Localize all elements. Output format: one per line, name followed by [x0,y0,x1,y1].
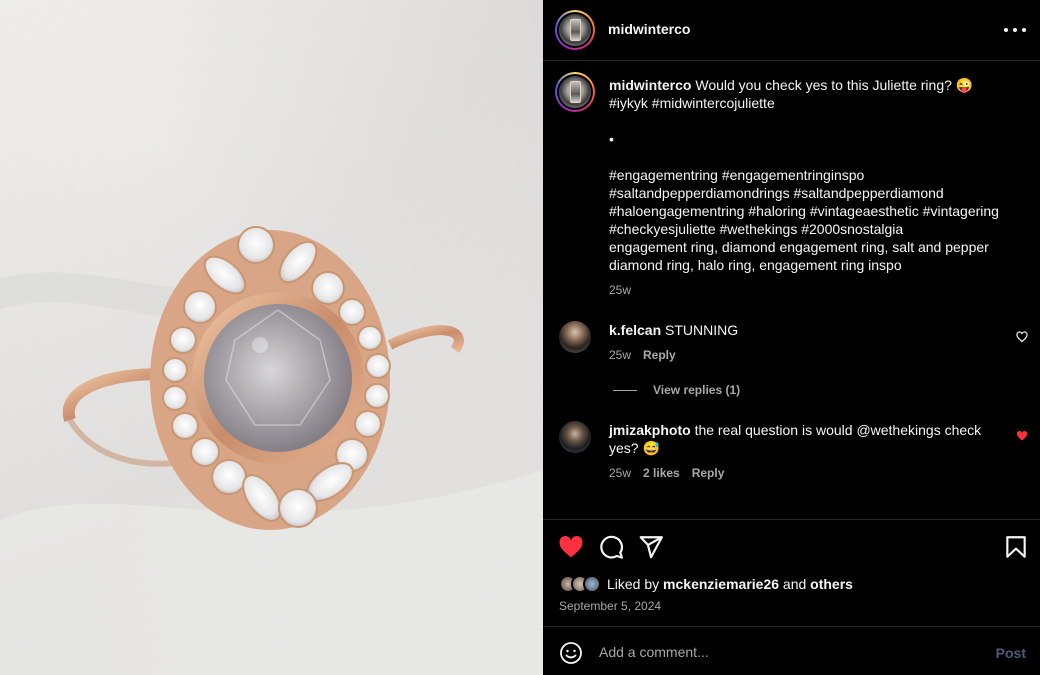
comment-text: jmizakphoto the real question is would @… [609,421,999,457]
liked-by-user[interactable]: mckenziemarie26 [663,576,779,592]
caption-hashtag-line[interactable]: #engagementring #engagementringinspo [609,167,864,183]
comment-username[interactable]: k.felcan [609,322,661,338]
liked-by-others[interactable]: others [810,576,853,592]
caption-text: midwinterco Would you check yes to this … [609,76,1014,299]
reply-button[interactable]: Reply [643,348,676,362]
comment-body: the real question is would @wethekings c… [694,422,982,438]
comment-body: STUNNING [665,322,739,338]
more-options-icon[interactable] [1004,20,1026,40]
post-sidebar: midwinterco midwinterco Would you check … [543,0,1040,675]
share-icon[interactable] [638,534,664,560]
caption-line2[interactable]: #iykyk #midwintercojuliette [609,95,775,111]
author-avatar[interactable] [555,10,595,50]
comment-liked-icon[interactable] [1016,430,1028,442]
comment-input[interactable] [599,641,979,663]
caption-line1: Would you check yes to this Juliette rin… [695,77,974,93]
liked-by-prefix: Liked by [607,576,660,592]
comment-meta: 25w Reply [609,348,676,362]
caption-time[interactable]: 25w [609,283,631,297]
author-username[interactable]: midwinterco [608,21,690,37]
comment-time[interactable]: 25w [609,348,631,362]
liked-by: Liked by mckenziemarie26 and others [559,575,853,593]
post-button[interactable]: Post [996,645,1026,661]
liker-avatars[interactable] [559,575,601,593]
post-actions: Liked by mckenziemarie26 and others Sept… [543,519,1040,626]
comment-meta: 25w 2 likes Reply [609,466,724,480]
like-heart-icon[interactable] [558,534,584,560]
caption-avatar[interactable] [555,72,595,112]
view-replies-button[interactable]: View replies (1) [613,383,740,397]
save-bookmark-icon[interactable] [1003,534,1029,560]
emoji-icon[interactable] [559,641,583,665]
liked-by-and: and [782,576,807,592]
caption-bullet: • [609,131,614,147]
commenter-avatar[interactable] [559,321,591,353]
comment-text: k.felcan STUNNING [609,321,738,339]
caption-keyword-line: diamond ring, halo ring, engagement ring… [609,257,902,273]
comment-time[interactable]: 25w [609,466,631,480]
post-header: midwinterco [543,0,1040,61]
caption-keyword-line: engagement ring, diamond engagement ring… [609,239,989,255]
caption-hashtag-line[interactable]: #saltandpepperdiamondrings #saltandpeppe… [609,185,944,201]
post-date[interactable]: September 5, 2024 [559,599,661,613]
comments-section: midwinterco Would you check yes to this … [543,61,1040,519]
commenter-avatar[interactable] [559,421,591,453]
caption-hashtag-line[interactable]: #haloengagementring #haloring #vintageae… [609,203,999,219]
comment-username[interactable]: jmizakphoto [609,422,691,438]
comment-likes[interactable]: 2 likes [643,466,680,480]
add-comment-bar: Post [543,626,1040,675]
comment-body: yes? 😅 [609,440,660,456]
reply-button[interactable]: Reply [692,466,725,480]
caption-hashtag-line[interactable]: #checkyesjuliette #wethekings #2000snost… [609,221,903,237]
ring-photo [0,0,543,675]
comment-icon[interactable] [598,534,624,560]
comment-like-icon[interactable] [1016,331,1028,343]
post-image[interactable] [0,0,543,675]
caption-username[interactable]: midwinterco [609,77,691,93]
